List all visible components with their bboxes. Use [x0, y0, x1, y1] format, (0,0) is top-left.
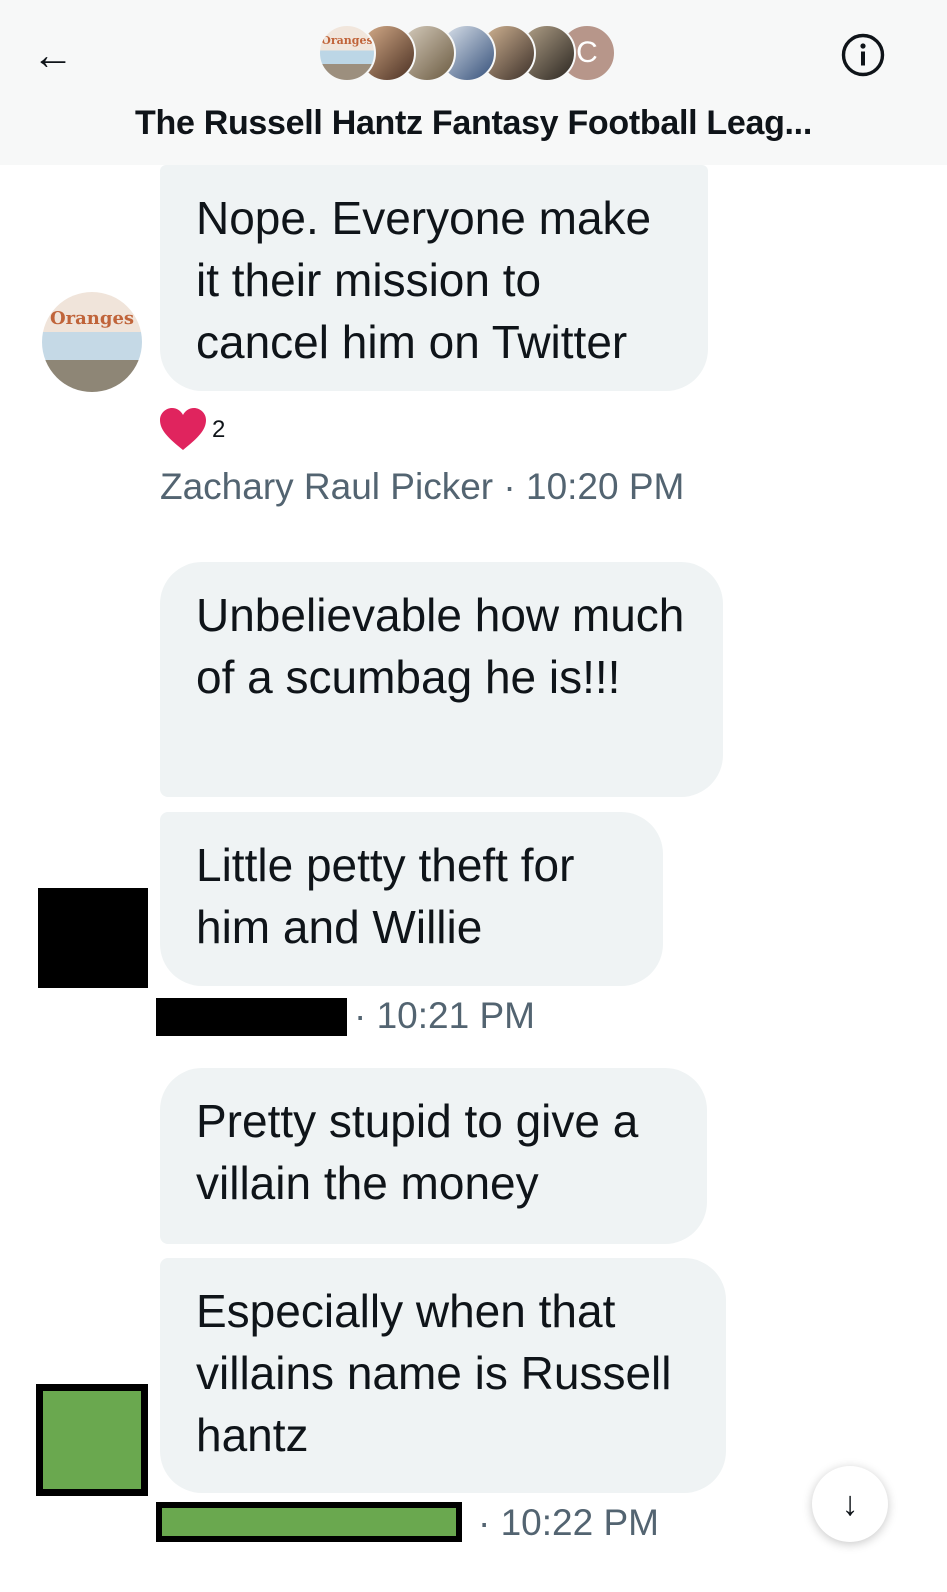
redacted-avatar [38, 888, 148, 988]
heart-icon[interactable] [158, 406, 208, 452]
back-button[interactable]: ← [28, 30, 78, 80]
sender-avatar[interactable]: Oranges [42, 292, 142, 392]
reaction-count: 2 [212, 416, 226, 443]
message-bubble[interactable]: Pretty stupid to give a villain the mone… [160, 1068, 707, 1244]
sender-name: Zachary Raul Picker [160, 466, 494, 507]
info-icon [841, 33, 885, 77]
message-text: Little petty theft for him and Willie [196, 839, 575, 953]
message-bubble[interactable]: Little petty theft for him and Willie [160, 812, 663, 986]
redacted-sender-name [156, 998, 347, 1036]
message-bubble[interactable]: Unbelievable how much of a scumbag he is… [160, 562, 723, 797]
message-time: · 10:21 PM [354, 995, 535, 1036]
message-bubble[interactable]: Nope. Everyone make it their mission to … [160, 165, 708, 391]
message-text: Unbelievable how much of a scumbag he is… [196, 589, 685, 703]
conversation-title[interactable]: The Russell Hantz Fantasy Football Leag.… [0, 104, 947, 143]
member-avatar: Oranges [318, 24, 376, 82]
message-text: Especially when that villains name is Ru… [196, 1285, 672, 1461]
message-text: Pretty stupid to give a villain the mone… [196, 1095, 639, 1209]
arrow-down-icon: ↓ [841, 1484, 859, 1523]
conversation-header: ← Oranges C The Russell Hantz Fantasy Fo… [0, 0, 947, 165]
message-bubble[interactable]: Especially when that villains name is Ru… [160, 1258, 726, 1493]
message-text: Nope. Everyone make it their mission to … [196, 192, 652, 368]
redacted-sender-name [156, 1502, 462, 1542]
message-time: · 10:22 PM [478, 1502, 659, 1543]
redacted-avatar [36, 1384, 148, 1496]
message-time: · 10:20 PM [503, 466, 685, 507]
group-avatars[interactable]: Oranges C [318, 24, 618, 84]
message-meta: Zachary Raul Picker · 10:20 PM [160, 466, 684, 508]
conversation-info-button[interactable] [838, 30, 888, 80]
arrow-left-icon: ← [32, 31, 74, 78]
scroll-to-bottom-button[interactable]: ↓ [812, 1466, 888, 1542]
